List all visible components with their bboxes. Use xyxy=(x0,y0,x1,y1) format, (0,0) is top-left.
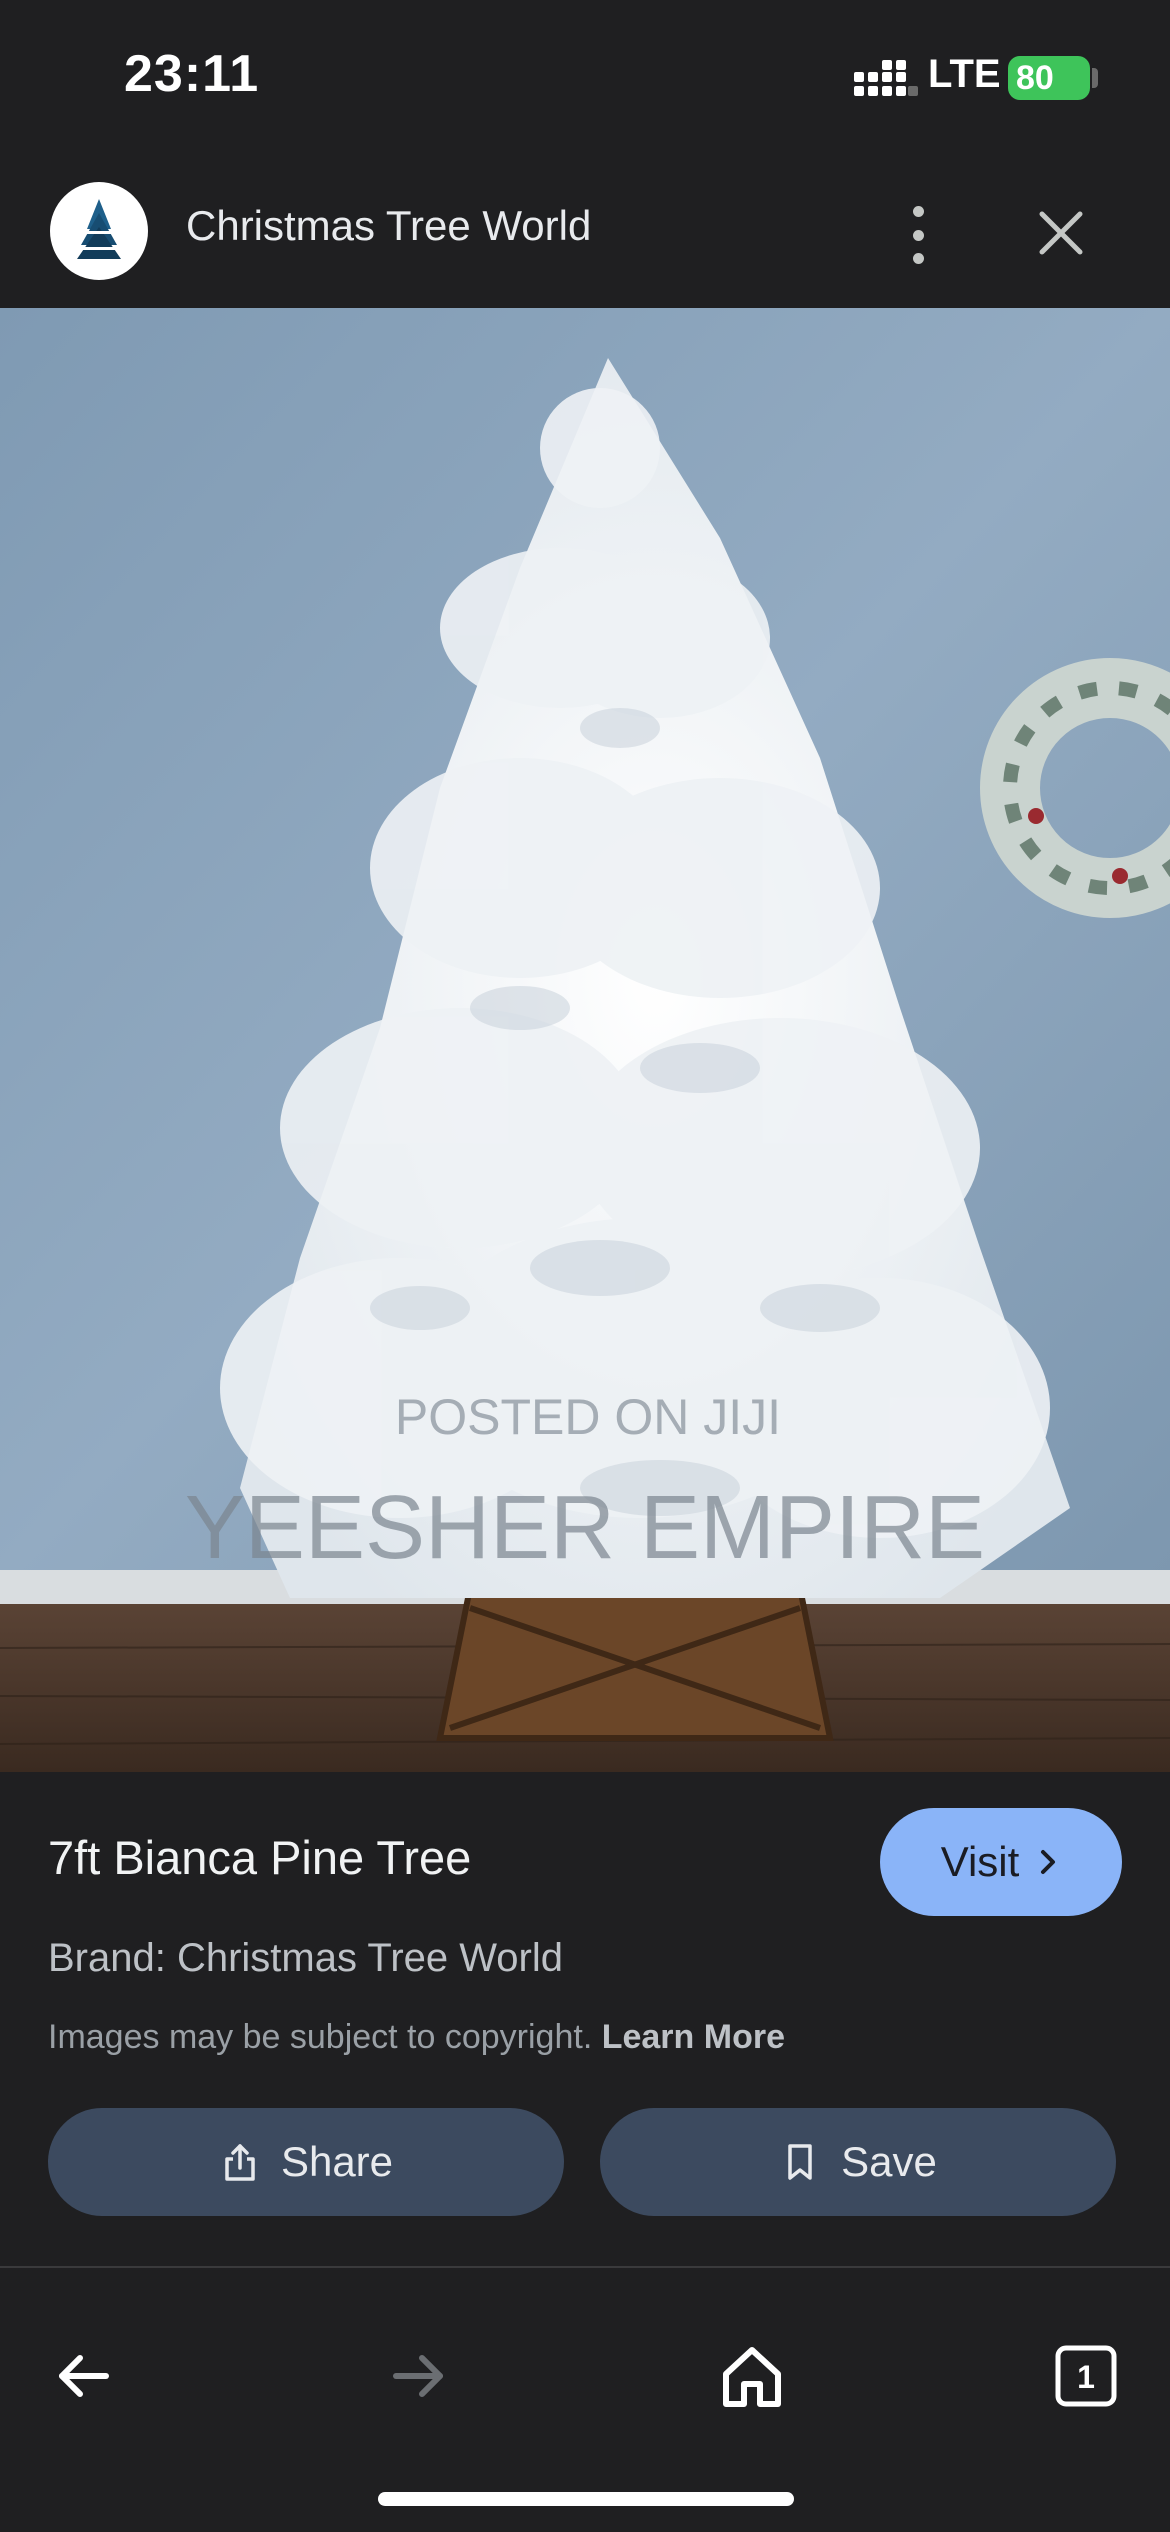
back-button[interactable] xyxy=(36,2328,132,2424)
tabs-count: 1 xyxy=(1077,2359,1095,2395)
signal-icon xyxy=(854,60,918,96)
arrow-back-icon xyxy=(59,2355,109,2397)
tabs-button[interactable]: 1 xyxy=(1038,2328,1134,2424)
share-label: Share xyxy=(280,2138,394,2185)
copyright-notice: Images may be subject to copyright. Lear… xyxy=(48,2018,785,2057)
site-header: Christmas Tree World xyxy=(0,140,1170,308)
tabs-icon: 1 xyxy=(1055,2345,1117,2407)
home-indicator[interactable] xyxy=(378,2492,794,2506)
site-title[interactable]: Christmas Tree World xyxy=(186,202,591,250)
product-info-panel: 7ft Bianca Pine Tree Visit Brand: Christ… xyxy=(0,1772,1170,2266)
share-icon xyxy=(225,2144,255,2181)
battery-indicator: 80 xyxy=(1008,56,1090,100)
product-title: 7ft Bianca Pine Tree xyxy=(48,1831,472,1884)
save-button[interactable]: Save xyxy=(600,2108,1116,2216)
brand-line: Brand: Christmas Tree World xyxy=(48,1936,563,1980)
save-label: Save xyxy=(841,2138,937,2185)
watermark-large: YEESHER EMPIRE xyxy=(185,1478,985,1578)
status-bar: 23:11 LTE 80 xyxy=(0,0,1170,140)
learn-more-link[interactable]: Learn More xyxy=(602,2018,785,2056)
bookmark-icon xyxy=(788,2144,812,2180)
home-button[interactable] xyxy=(704,2328,800,2424)
visit-button[interactable]: Visit xyxy=(880,1808,1122,1916)
bottom-nav-bar: 1 xyxy=(0,2268,1170,2532)
close-icon[interactable] xyxy=(1030,202,1092,264)
chevron-right-icon xyxy=(1041,1850,1056,1874)
more-vert-icon[interactable] xyxy=(890,200,946,270)
visit-label: Visit xyxy=(940,1838,1020,1885)
tree-logo-icon xyxy=(50,182,148,280)
product-image[interactable]: POSTED ON JIJI YEESHER EMPIRE xyxy=(0,308,1170,1772)
home-icon xyxy=(723,2347,781,2407)
status-time: 23:11 xyxy=(124,45,260,103)
forward-button[interactable] xyxy=(370,2328,466,2424)
network-type: LTE xyxy=(928,52,1001,96)
arrow-forward-icon xyxy=(393,2355,443,2397)
watermark-small: POSTED ON JIJI xyxy=(395,1389,781,1445)
share-button[interactable]: Share xyxy=(48,2108,564,2216)
battery-percent: 80 xyxy=(1016,59,1054,97)
battery-cap xyxy=(1092,68,1098,88)
copyright-text: Images may be subject to copyright. xyxy=(48,2018,593,2056)
